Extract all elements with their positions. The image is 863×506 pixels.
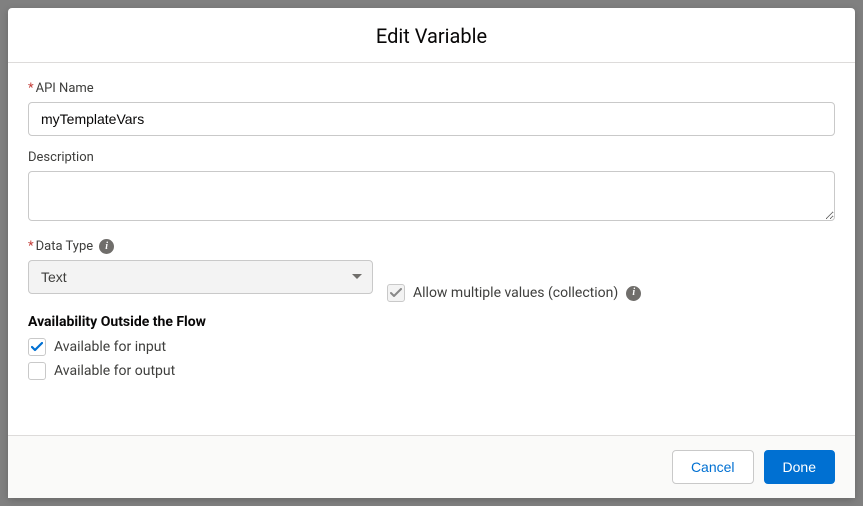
modal-header: Edit Variable xyxy=(8,8,855,63)
modal-body: API Name Description Data Type i Text xyxy=(8,63,855,435)
description-field: Description xyxy=(28,150,835,225)
info-icon[interactable]: i xyxy=(99,239,114,254)
info-icon[interactable]: i xyxy=(626,286,641,301)
available-output-label: Available for output xyxy=(54,363,175,379)
available-input-row: Available for input xyxy=(28,338,835,356)
collection-label: Allow multiple values (collection) xyxy=(413,285,618,301)
collection-checkbox-row: Allow multiple values (collection) i xyxy=(387,284,641,308)
data-type-label: Data Type xyxy=(28,239,93,254)
data-type-select[interactable]: Text xyxy=(28,260,373,294)
available-input-label: Available for input xyxy=(54,339,166,355)
availability-heading: Availability Outside the Flow xyxy=(28,314,835,330)
data-type-field: Data Type i Text xyxy=(28,239,373,294)
available-output-row: Available for output xyxy=(28,362,835,380)
availability-options: Available for input Available for output xyxy=(28,338,835,380)
modal-footer: Cancel Done xyxy=(8,435,855,498)
available-input-checkbox[interactable] xyxy=(28,338,46,356)
data-type-row: Data Type i Text Allow multiple values (… xyxy=(28,239,835,308)
api-name-label: API Name xyxy=(28,81,835,96)
done-button[interactable]: Done xyxy=(764,450,835,484)
collection-checkbox[interactable] xyxy=(387,284,405,302)
cancel-button[interactable]: Cancel xyxy=(672,450,754,484)
api-name-input[interactable] xyxy=(28,102,835,136)
description-label: Description xyxy=(28,150,835,165)
available-output-checkbox[interactable] xyxy=(28,362,46,380)
description-textarea[interactable] xyxy=(28,171,835,221)
api-name-field: API Name xyxy=(28,81,835,136)
edit-variable-modal: Edit Variable API Name Description Data … xyxy=(8,8,855,498)
modal-title: Edit Variable xyxy=(8,24,855,48)
